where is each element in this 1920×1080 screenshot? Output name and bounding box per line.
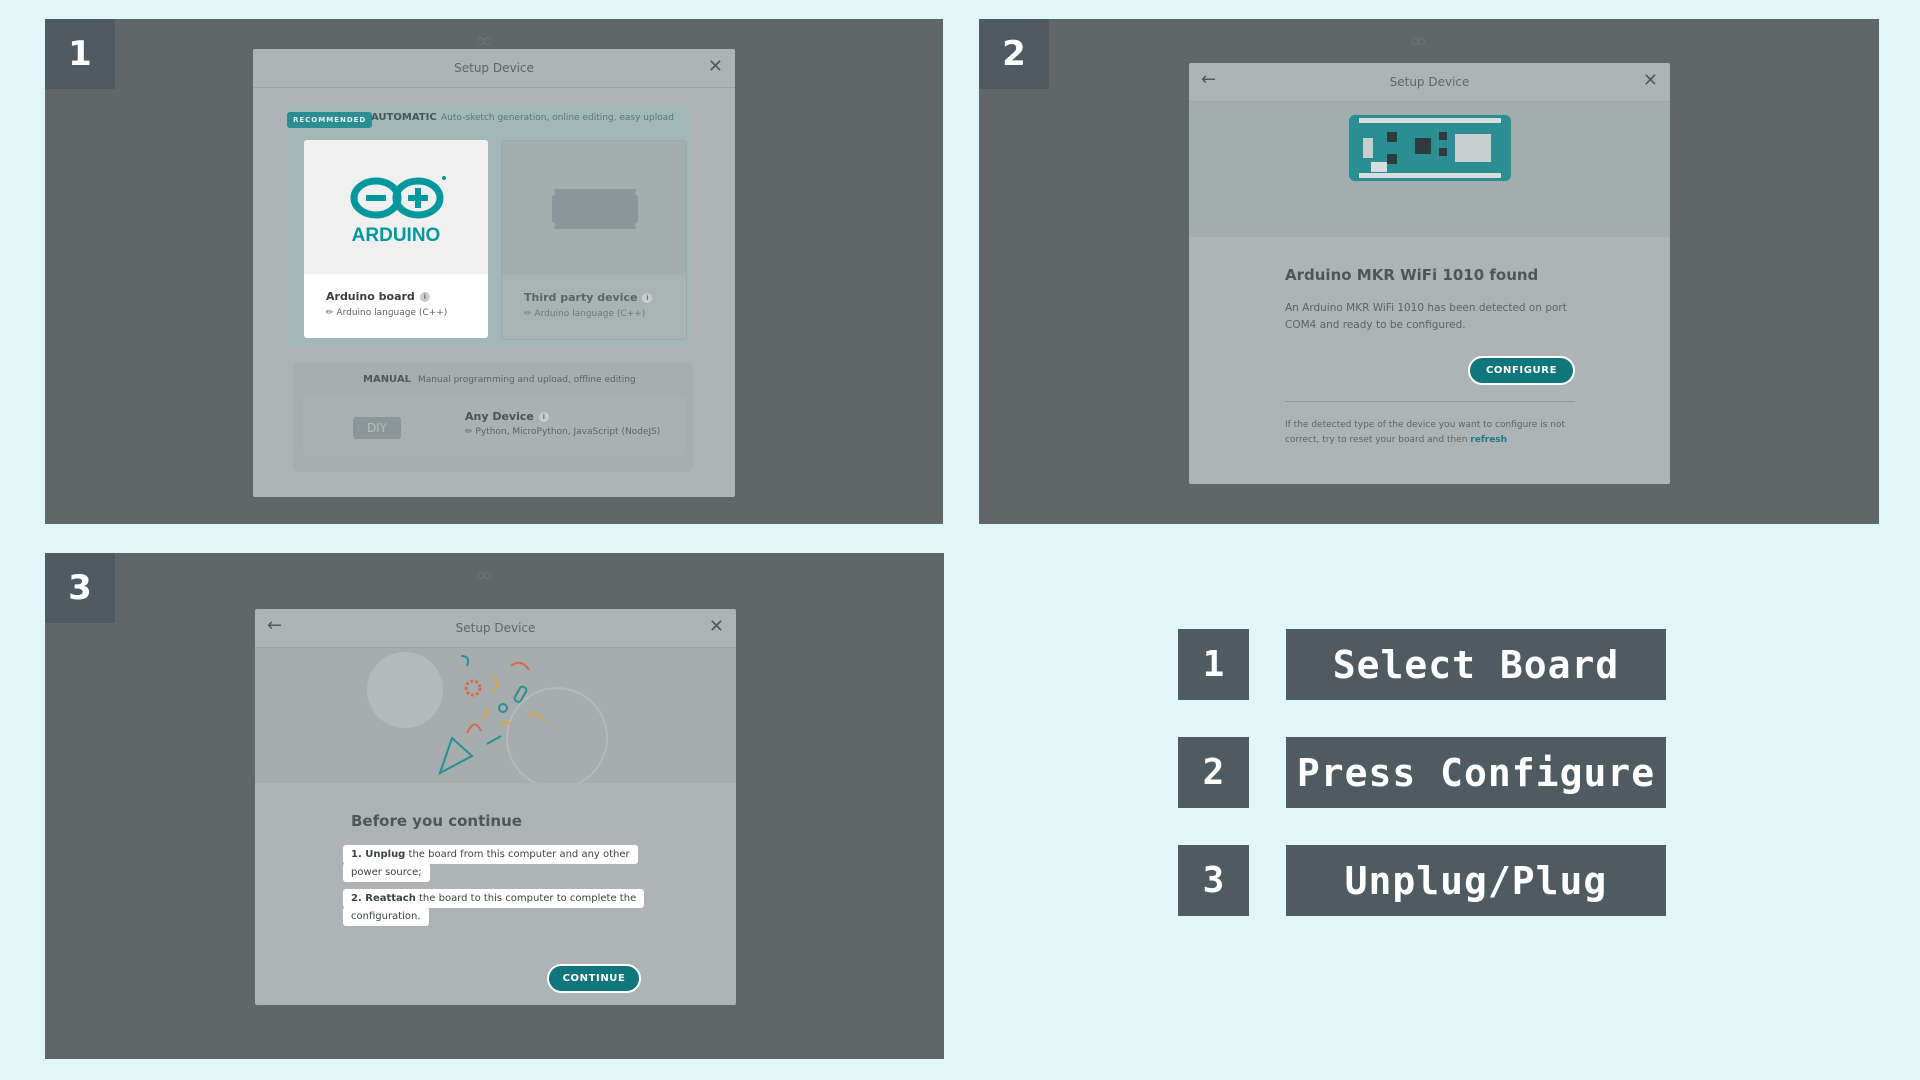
confetti-illustration-icon bbox=[367, 652, 608, 789]
info-icon[interactable]: i bbox=[642, 293, 653, 303]
arduino-logo-icon: ARDUINO bbox=[350, 176, 446, 246]
setup-device-dialog: Setup Device ← ✕ Arduino MKR WiFi 1010 f… bbox=[1189, 63, 1670, 484]
legend-number: 2 bbox=[1178, 737, 1249, 808]
dialog-title: Setup Device bbox=[454, 61, 534, 75]
card-title: Third party device i bbox=[524, 291, 653, 304]
panel-press-configure: 2 ∞ Setup Device ← ✕ Arduino MKR WiFi 10… bbox=[979, 19, 1879, 524]
divider bbox=[1285, 401, 1575, 402]
close-icon[interactable]: ✕ bbox=[1643, 71, 1658, 91]
card-subtitle: ✏ Arduino language (C++) bbox=[524, 309, 646, 319]
info-icon[interactable]: i bbox=[538, 412, 549, 422]
device-found-description: An Arduino MKR WiFi 1010 has been detect… bbox=[1285, 302, 1567, 331]
panel-unplug-plug: 3 ∞ Setup Device ← ✕ Before you continue… bbox=[45, 553, 944, 1059]
dialog-title: Setup Device bbox=[1389, 75, 1470, 89]
instruction-reattach-cont: configuration. bbox=[343, 907, 429, 926]
arduino-board-card[interactable]: ARDUINO Arduino board i ✏ Arduino languag… bbox=[304, 140, 488, 338]
mkr-wifi-board-icon bbox=[1349, 115, 1511, 181]
automatic-label: AUTOMATIC bbox=[371, 112, 437, 123]
third-party-device-card[interactable]: Third party device i ✏ Arduino language (… bbox=[501, 140, 687, 340]
any-device-subtitle: ✏ Python, MicroPython, JavaScript (NodeJ… bbox=[465, 427, 661, 437]
legend-number: 1 bbox=[1178, 629, 1249, 700]
help-text: If the detected type of the device you w… bbox=[1285, 420, 1565, 445]
setup-device-dialog: Setup Device ✕ RECOMMENDED AUTOMATIC Aut… bbox=[253, 49, 735, 497]
setup-device-dialog: Setup Device ← ✕ Before you continue 1. … bbox=[255, 609, 736, 1005]
legend-label-unplug-plug: Unplug/Plug bbox=[1286, 845, 1666, 916]
panel-select-board: 1 ∞ Setup Device ✕ RECOMMENDED AUTOMATIC… bbox=[45, 19, 943, 524]
diy-icon: DIY bbox=[353, 417, 401, 439]
celebration-illustration-area bbox=[255, 648, 736, 789]
third-party-image-area bbox=[502, 141, 686, 275]
arduino-logo-area: ARDUINO bbox=[304, 140, 488, 274]
board-image-area bbox=[1189, 102, 1670, 237]
step-number-badge: 1 bbox=[45, 19, 115, 89]
recommended-badge: RECOMMENDED bbox=[287, 112, 373, 128]
instruction-reattach: 2. Reattach the board to this computer t… bbox=[343, 889, 645, 908]
generic-board-icon bbox=[549, 189, 641, 229]
legend-label-select-board: Select Board bbox=[1286, 629, 1666, 700]
manual-label: MANUAL bbox=[363, 374, 411, 385]
continue-button[interactable]: CONTINUE bbox=[547, 964, 641, 993]
close-icon[interactable]: ✕ bbox=[709, 617, 724, 637]
any-device-title: Any Device i bbox=[465, 410, 549, 423]
device-found-title: Arduino MKR WiFi 1010 found bbox=[1285, 266, 1539, 284]
dialog-title: Setup Device bbox=[455, 621, 536, 635]
arduino-faint-logo-icon: ∞ bbox=[475, 563, 493, 588]
instruction-unplug: 1. Unplug the board from this computer a… bbox=[343, 845, 638, 864]
arduino-logo-text: ARDUINO bbox=[352, 225, 441, 246]
refresh-link[interactable]: refresh bbox=[1470, 435, 1507, 445]
close-icon[interactable]: ✕ bbox=[708, 57, 723, 77]
card-subtitle: ✏ Arduino language (C++) bbox=[326, 308, 448, 318]
automatic-description: Auto-sketch generation, online editing, … bbox=[441, 113, 674, 123]
card-title: Arduino board i bbox=[326, 290, 430, 303]
instruction-unplug-cont: power source; bbox=[343, 863, 430, 882]
legend-number: 3 bbox=[1178, 845, 1249, 916]
arduino-faint-logo-icon: ∞ bbox=[1409, 29, 1427, 54]
step-number-badge: 2 bbox=[979, 19, 1049, 89]
step-number-badge: 3 bbox=[45, 553, 115, 623]
back-arrow-icon[interactable]: ← bbox=[1201, 70, 1216, 90]
legend-label-press-configure: Press Configure bbox=[1286, 737, 1666, 808]
configure-button[interactable]: CONFIGURE bbox=[1468, 356, 1575, 385]
manual-description: Manual programming and upload, offline e… bbox=[418, 375, 636, 385]
back-arrow-icon[interactable]: ← bbox=[267, 616, 282, 636]
info-icon[interactable]: i bbox=[419, 292, 430, 302]
before-continue-title: Before you continue bbox=[351, 812, 522, 830]
